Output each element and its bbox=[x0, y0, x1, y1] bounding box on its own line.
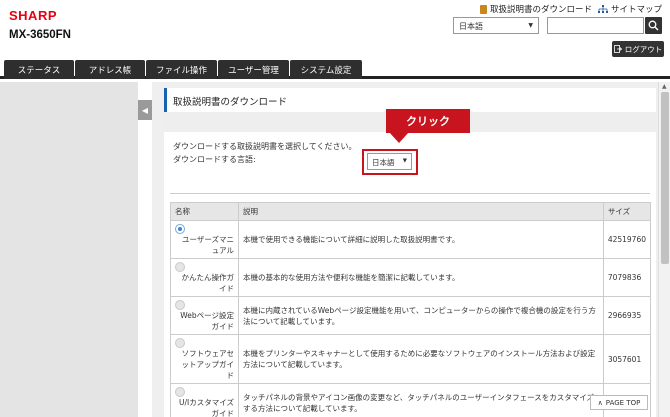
size-cell: 7079836 bbox=[602, 258, 652, 297]
table-row[interactable]: ソフトウェアセットアップガイド 本機をプリンターやスキャナーとして使用するために… bbox=[170, 334, 652, 384]
table-row[interactable]: ユーザーズマニュアル 本機で使用できる機能について詳細に説明した取扱説明書です。… bbox=[170, 220, 652, 259]
description-cell: 本機で使用できる機能について詳細に説明した取扱説明書です。 bbox=[238, 220, 604, 259]
name-cell: ソフトウェアセットアップガイド bbox=[170, 334, 239, 384]
model-name: MX-3650FN bbox=[9, 29, 71, 41]
search-button[interactable] bbox=[645, 17, 662, 34]
sitemap-link[interactable]: サイトマップ bbox=[597, 3, 662, 15]
size-cell: 2966935 bbox=[602, 296, 652, 335]
tab-user-management[interactable]: ユーザー管理 bbox=[218, 60, 289, 79]
name-cell: Webページ設定ガイド bbox=[170, 296, 239, 335]
language-select[interactable]: 日本語 ▼ bbox=[453, 17, 539, 34]
sidebar bbox=[0, 82, 138, 417]
radio-button[interactable] bbox=[175, 262, 185, 272]
tab-file-operations[interactable]: ファイル操作 bbox=[146, 60, 217, 79]
chevron-down-icon: ▼ bbox=[528, 22, 533, 29]
language-select-value: 日本語 bbox=[459, 22, 483, 31]
radio-button[interactable] bbox=[175, 338, 185, 348]
column-header-description: 説明 bbox=[238, 202, 604, 221]
main-content: 取扱説明書のダウンロード ダウンロードする取扱説明書を選択してください。 ダウン… bbox=[152, 82, 658, 417]
table-row[interactable]: Webページ設定ガイド 本機に内蔵されているWebページ設定機能を用いて、コンピ… bbox=[170, 296, 652, 335]
description-cell: タッチパネルの背景やアイコン画像の変更など、タッチパネルのユーザーインタフェース… bbox=[238, 383, 604, 417]
name-cell: ユーザーズマニュアル bbox=[170, 220, 239, 259]
scrollbar-thumb[interactable] bbox=[661, 92, 669, 264]
divider bbox=[170, 193, 650, 194]
search-icon bbox=[648, 20, 659, 31]
top-links: 取扱説明書のダウンロード サイトマップ bbox=[479, 3, 662, 15]
sharp-logo[interactable]: SHARP bbox=[9, 8, 57, 23]
table-row[interactable]: かんたん操作ガイド 本機の基本的な使用方法や便利な機能を簡潔に記載しています。 … bbox=[170, 258, 652, 297]
header: SHARP MX-3650FN 取扱説明書のダウンロード サイトマップ 日本語 … bbox=[0, 0, 670, 60]
click-highlight bbox=[362, 149, 418, 175]
page-top-button[interactable]: ∧ PAGE TOP bbox=[590, 395, 648, 410]
name-cell: かんたん操作ガイド bbox=[170, 258, 239, 297]
chevron-up-icon: ∧ bbox=[597, 398, 603, 407]
description-cell: 本機に内蔵されているWebページ設定機能を用いて、コンピューターからの操作で複合… bbox=[238, 296, 604, 335]
manual-download-label: 取扱説明書のダウンロード bbox=[489, 5, 592, 15]
sidebar-collapse-button[interactable]: ◀ bbox=[138, 100, 152, 120]
language-label: ダウンロードする言語: bbox=[173, 155, 256, 164]
search-input[interactable] bbox=[547, 17, 644, 34]
column-header-size: サイズ bbox=[602, 202, 652, 221]
logout-icon bbox=[613, 45, 622, 53]
radio-button[interactable] bbox=[175, 300, 185, 310]
book-icon bbox=[479, 4, 487, 14]
size-cell: 42519760 bbox=[602, 220, 652, 259]
tab-status[interactable]: ステータス bbox=[4, 60, 74, 79]
scroll-up-icon[interactable]: ▲ bbox=[662, 83, 667, 90]
table-row[interactable]: U/Iカスタマイズガイド タッチパネルの背景やアイコン画像の変更など、タッチパネ… bbox=[170, 383, 652, 417]
content-panel: 取扱説明書のダウンロード ダウンロードする取扱説明書を選択してください。 ダウン… bbox=[164, 88, 656, 417]
scrollbar[interactable]: ▲ bbox=[658, 82, 670, 417]
radio-button-selected[interactable] bbox=[175, 224, 185, 234]
chevron-left-icon: ◀ bbox=[141, 105, 149, 115]
manual-table: 名称 説明 サイズ ユーザーズマニュアル 本機で使用できる機能について詳細に説明… bbox=[170, 202, 652, 417]
sitemap-label: サイトマップ bbox=[610, 5, 662, 15]
page-top-label: PAGE TOP bbox=[605, 398, 641, 407]
instruction-text: ダウンロードする取扱説明書を選択してください。 bbox=[173, 142, 357, 151]
tab-system-settings[interactable]: システム設定 bbox=[290, 60, 362, 79]
sitemap-icon bbox=[597, 4, 608, 13]
callout-pointer bbox=[389, 132, 409, 143]
tab-address-book[interactable]: アドレス帳 bbox=[75, 60, 145, 79]
name-cell: U/Iカスタマイズガイド bbox=[170, 383, 239, 417]
logout-label: ログアウト bbox=[624, 44, 663, 54]
description-cell: 本機をプリンターやスキャナーとして使用するために必要なソフトウェアのインストール… bbox=[238, 334, 604, 384]
column-header-name: 名称 bbox=[170, 202, 239, 221]
manual-download-link[interactable]: 取扱説明書のダウンロード bbox=[479, 3, 592, 15]
size-cell: 3057601 bbox=[602, 334, 652, 384]
click-callout: クリック bbox=[386, 109, 470, 133]
logout-button[interactable]: ログアウト bbox=[612, 41, 664, 57]
main-nav: ステータス アドレス帳 ファイル操作 ユーザー管理 システム設定 bbox=[0, 60, 670, 79]
radio-button[interactable] bbox=[175, 387, 185, 397]
description-cell: 本機の基本的な使用方法や便利な機能を簡潔に記載しています。 bbox=[238, 258, 604, 297]
